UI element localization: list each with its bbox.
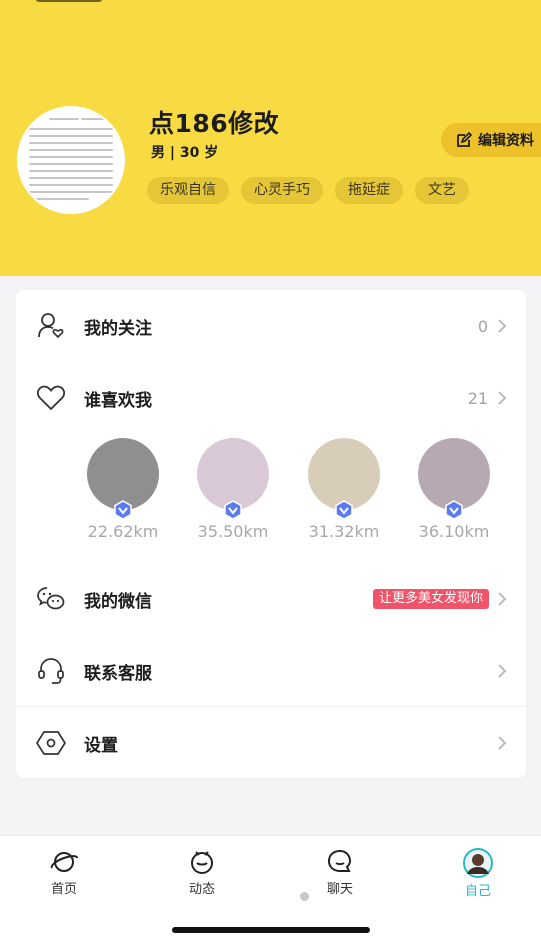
chevron-right-icon <box>498 319 507 333</box>
menu-label: 我的关注 <box>84 318 152 339</box>
profile-tags: 乐观自信 心灵手巧 拖延症 文艺 <box>147 177 469 204</box>
liker-item[interactable]: 36.10km <box>408 438 498 544</box>
liker-distance: 31.32km <box>308 522 380 541</box>
profile-header: 点186修改 男 | 30 岁 乐观自信 心灵手巧 拖延症 文艺 编辑资料 <box>0 0 541 276</box>
liker-item[interactable]: 22.62km <box>77 438 167 544</box>
tab-label: 动态 <box>188 882 215 897</box>
chevron-right-icon <box>498 736 507 750</box>
tab-chat[interactable]: 聊天 <box>300 848 380 898</box>
menu-label: 联系客服 <box>84 663 152 684</box>
following-count: 0 <box>477 316 488 336</box>
profile-tag: 文艺 <box>415 177 469 204</box>
user-heart-icon <box>38 313 64 339</box>
chevron-right-icon <box>498 664 507 678</box>
menu-item-who-likes-me[interactable]: 谁喜欢我 21 <box>16 362 526 434</box>
planet-icon <box>50 852 78 872</box>
tab-home[interactable]: 首页 <box>24 848 104 898</box>
menu-item-customer-service[interactable]: 联系客服 <box>16 635 526 707</box>
user-avatar-icon <box>463 848 493 878</box>
promo-badge: 让更多美女发现你 <box>372 589 489 609</box>
profile-avatar[interactable] <box>17 106 125 214</box>
face-icon <box>191 851 213 874</box>
profile-name: 点186修改 <box>149 109 280 138</box>
tab-label: 自己 <box>464 884 491 899</box>
home-indicator <box>172 927 370 933</box>
tab-me[interactable]: 自己 <box>438 848 518 899</box>
liker-item[interactable]: 35.50km <box>187 438 277 544</box>
likers-list: 22.62km 35.50km 31.32km 36.10km <box>16 438 526 548</box>
menu-item-following[interactable]: 我的关注 0 <box>16 290 526 362</box>
edit-profile-label: 编辑资料 <box>478 133 534 149</box>
liker-distance: 22.62km <box>87 522 159 541</box>
verified-icon <box>224 500 242 520</box>
chevron-right-icon <box>498 592 507 606</box>
menu-label: 设置 <box>84 735 118 756</box>
hexagon-settings-icon <box>36 731 66 755</box>
liker-item[interactable]: 31.32km <box>298 438 388 544</box>
status-time <box>34 0 104 2</box>
liker-distance: 35.50km <box>197 522 269 541</box>
menu-item-my-wechat[interactable]: 我的微信 让更多美女发现你 <box>16 563 526 635</box>
profile-tag: 心灵手巧 <box>241 177 323 204</box>
page-indicator-dot <box>300 892 309 901</box>
menu-label: 我的微信 <box>84 591 152 612</box>
edit-icon <box>457 132 472 147</box>
menu-label: 谁喜欢我 <box>84 390 152 411</box>
menu-item-settings[interactable]: 设置 <box>16 707 526 779</box>
verified-icon <box>335 500 353 520</box>
tab-label: 聊天 <box>326 882 353 897</box>
bottom-tab-bar: 首页 动态 聊天 自己 <box>0 835 541 938</box>
tab-moments[interactable]: 动态 <box>162 848 242 898</box>
profile-tag: 拖延症 <box>335 177 403 204</box>
status-bar <box>0 0 541 8</box>
verified-icon <box>445 500 463 520</box>
menu-card: 我的关注 0 谁喜欢我 21 22.62km 35.50km 31.32km 3… <box>16 290 526 778</box>
liker-distance: 36.10km <box>418 522 490 541</box>
heart-icon <box>36 385 66 411</box>
chat-bubble-icon <box>327 849 352 872</box>
tab-label: 首页 <box>50 882 77 897</box>
verified-icon <box>114 500 132 520</box>
edit-profile-button[interactable]: 编辑资料 <box>441 123 541 157</box>
headset-icon <box>38 658 64 684</box>
profile-gender-age: 男 | 30 岁 <box>151 145 219 161</box>
wechat-icon <box>37 587 65 610</box>
profile-tag: 乐观自信 <box>147 177 229 204</box>
likes-count: 21 <box>467 388 488 408</box>
chevron-right-icon <box>498 391 507 405</box>
